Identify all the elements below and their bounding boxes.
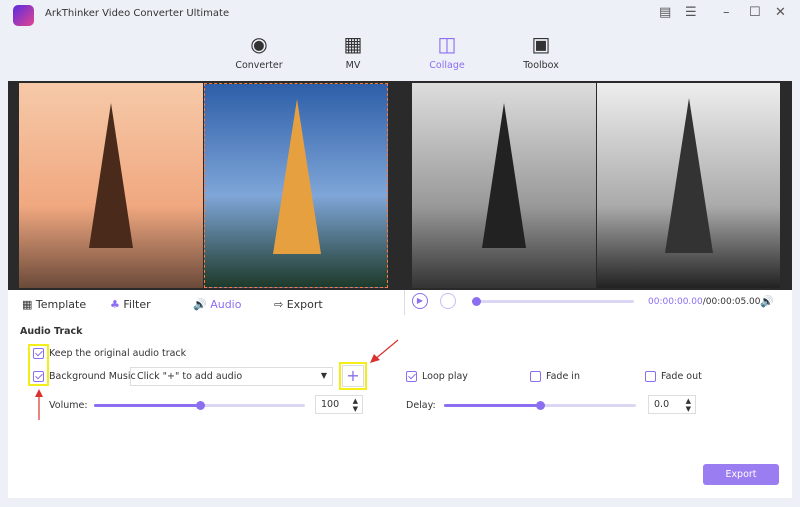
- feedback-icon[interactable]: ▤: [659, 5, 671, 20]
- app-logo: [13, 5, 34, 26]
- menu-icon[interactable]: ☰: [685, 5, 697, 20]
- collage-icon: ◫: [437, 32, 457, 56]
- fade-out[interactable]: Fade out: [645, 371, 702, 382]
- nav-mv[interactable]: ▦ MV: [318, 32, 388, 71]
- volume-label: Volume:: [49, 400, 88, 411]
- image-slot-4: [597, 83, 780, 288]
- export-button[interactable]: Export: [703, 464, 779, 485]
- converter-icon: ◉: [250, 32, 268, 56]
- fade-in[interactable]: Fade in: [530, 371, 580, 382]
- fade-out-checkbox[interactable]: [645, 371, 656, 382]
- nav-collage[interactable]: ◫ Collage: [412, 32, 482, 71]
- volume-thumb[interactable]: [195, 401, 205, 410]
- delay-thumb[interactable]: [536, 401, 545, 410]
- loop-play[interactable]: Loop play: [406, 371, 468, 382]
- loop-play-checkbox[interactable]: [406, 371, 417, 382]
- volume-slider[interactable]: [94, 401, 305, 410]
- stepper-arrows[interactable]: ▲ ▼: [353, 397, 358, 413]
- annotation-arrows: [35, 339, 399, 420]
- delay-label: Delay:: [406, 400, 436, 411]
- minimize-icon[interactable]: –: [723, 5, 730, 20]
- volume-input[interactable]: 100 ▲ ▼: [315, 395, 363, 414]
- delay-slider[interactable]: [444, 401, 636, 410]
- image-slot-1[interactable]: [19, 83, 203, 288]
- nav-toolbox[interactable]: ▣ Toolbox: [506, 32, 576, 71]
- collage-preview: [8, 81, 792, 290]
- delay-input[interactable]: 0.0 ▲ ▼: [648, 395, 696, 414]
- toolbox-icon: ▣: [531, 32, 551, 56]
- nav-converter[interactable]: ◉ Converter: [224, 32, 294, 71]
- main-nav: ◉ Converter ▦ MV ◫ Collage ▣ Toolbox: [0, 32, 800, 78]
- app-title: ArkThinker Video Converter Ultimate: [45, 8, 230, 19]
- maximize-icon[interactable]: ☐: [749, 5, 761, 20]
- title-bar: ArkThinker Video Converter Ultimate ▤ ☰ …: [0, 0, 800, 28]
- image-slot-3: [412, 83, 596, 288]
- fade-in-checkbox[interactable]: [530, 371, 541, 382]
- close-icon[interactable]: ✕: [775, 5, 786, 20]
- image-slot-2-selected[interactable]: [204, 83, 388, 288]
- stepper-arrows[interactable]: ▲ ▼: [686, 397, 691, 413]
- mv-icon: ▦: [343, 32, 363, 56]
- edit-panel: ▦ Template ♣ Filter 🔊 Audio ⇨ Export ▶ 0…: [8, 290, 792, 498]
